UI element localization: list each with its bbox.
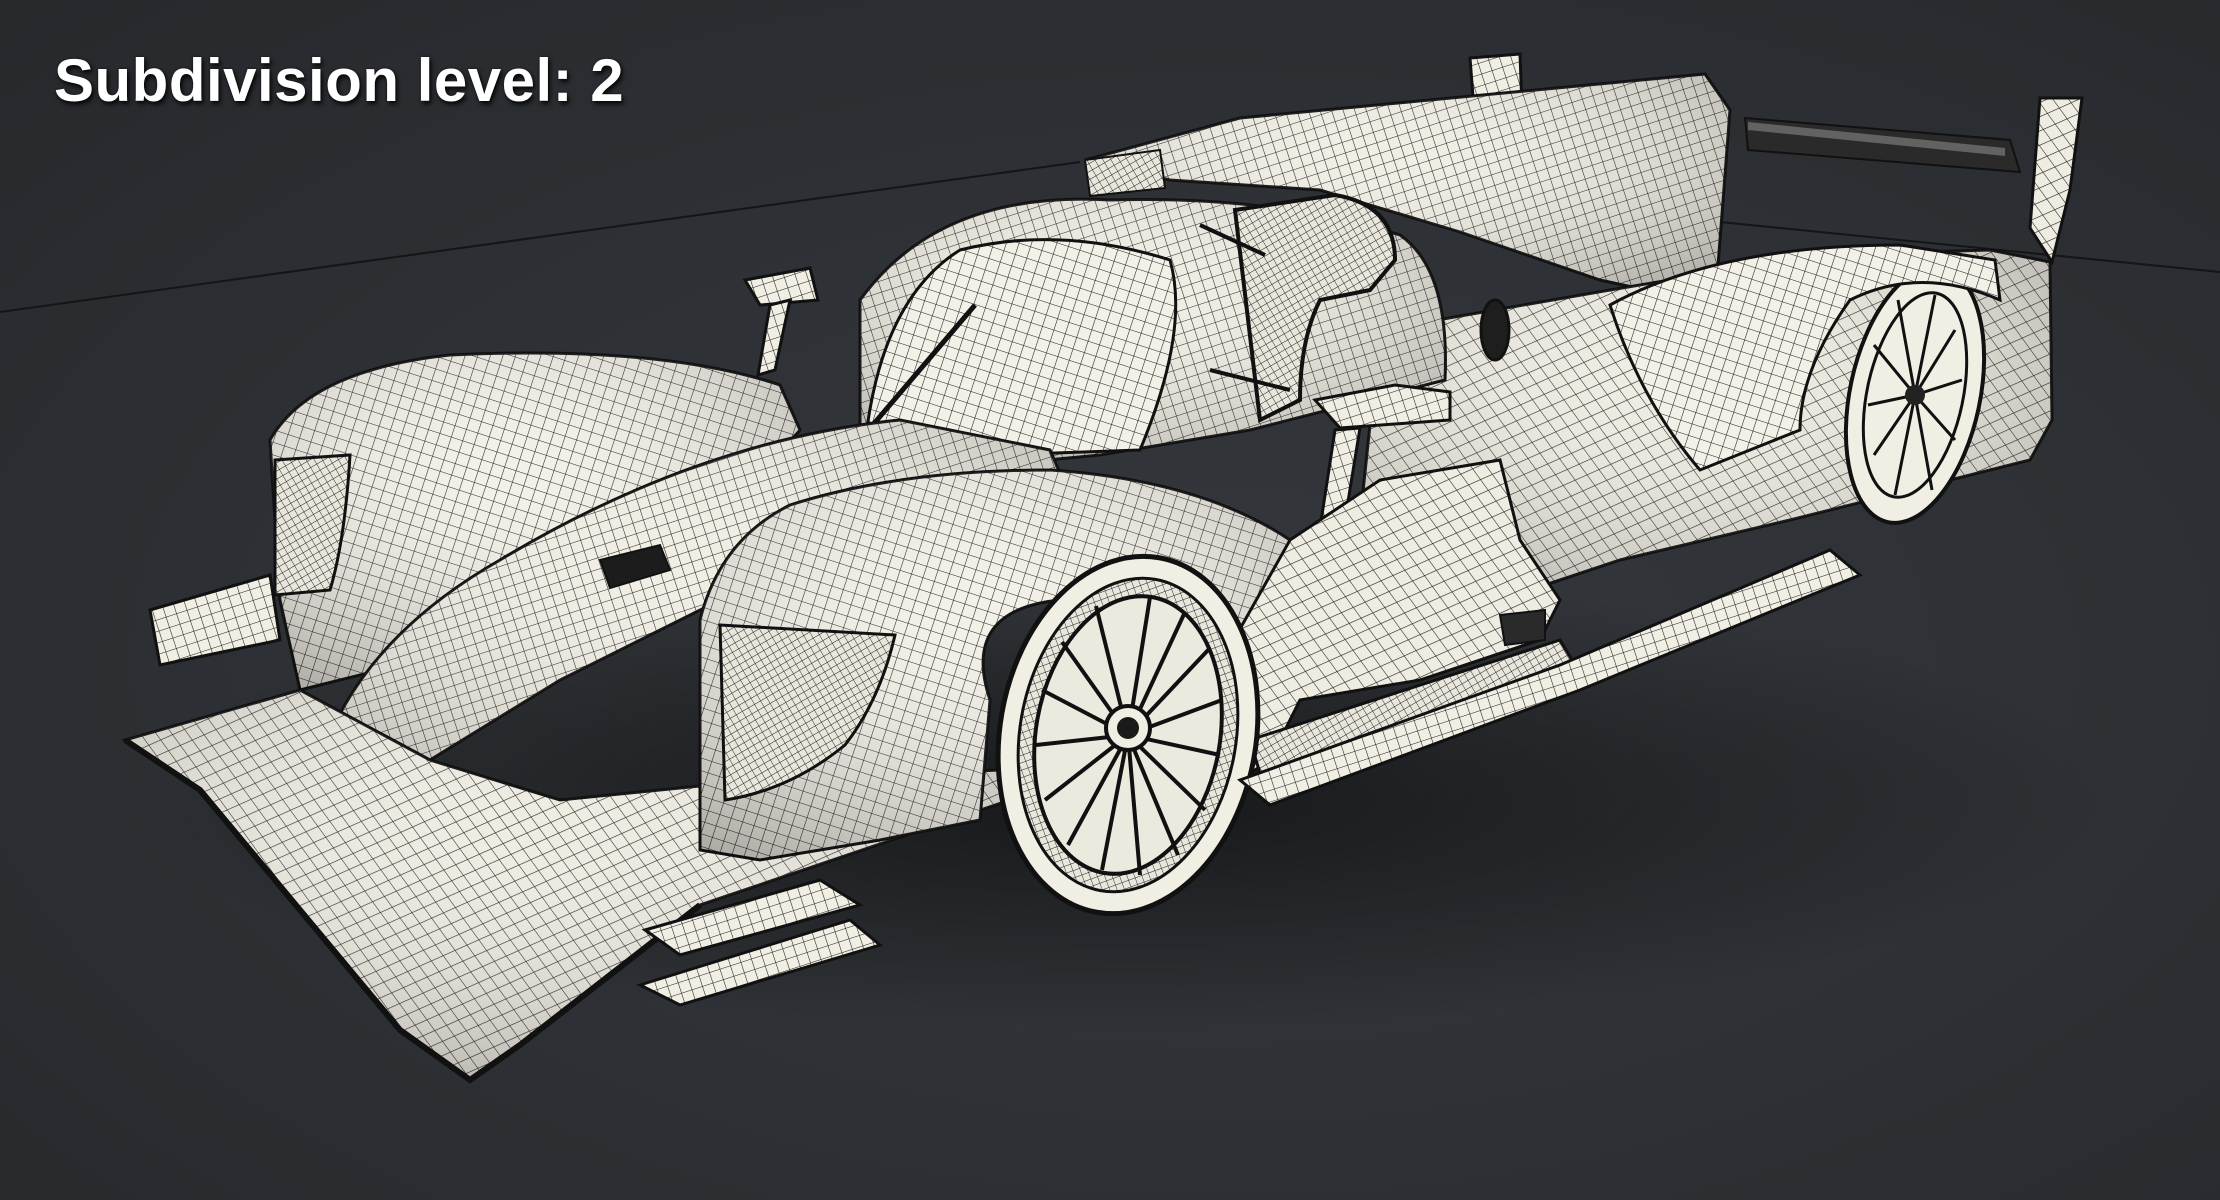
- car-wireframe-render: [0, 52, 2220, 1084]
- side-mirror-left: [742, 266, 820, 378]
- subdivision-level-label: Subdivision level: 2: [54, 47, 625, 114]
- viewport: Subdivision level: 2: [0, 0, 2220, 1200]
- left-canard: [148, 573, 282, 667]
- side-pod-inlet: [1498, 608, 1546, 647]
- side-vent: [1479, 298, 1511, 362]
